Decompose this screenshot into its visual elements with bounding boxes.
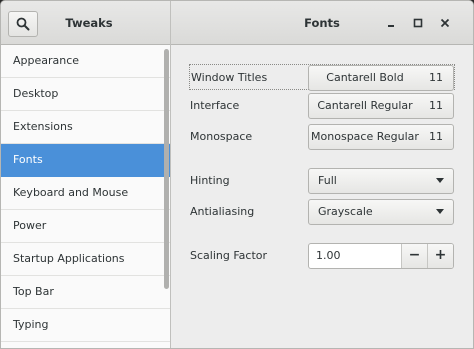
header-bar: Tweaks Fonts <box>1 1 473 45</box>
monospace-font-size: 11 <box>429 130 443 143</box>
window-titles-row: Window Titles Cantarell Bold 11 <box>189 64 455 91</box>
increment-button[interactable]: + <box>427 244 453 268</box>
minimize-button[interactable] <box>383 15 399 31</box>
sidebar-item-startup-applications[interactable]: Startup Applications <box>1 243 170 276</box>
hinting-value: Full <box>318 174 337 187</box>
sidebar-item-keyboard-and-mouse[interactable]: Keyboard and Mouse <box>1 177 170 210</box>
antialiasing-row: Antialiasing Grayscale <box>190 199 454 225</box>
window-titles-font-button[interactable]: Cantarell Bold 11 <box>308 65 454 91</box>
maximize-button[interactable] <box>410 15 426 31</box>
window-titles-font-size: 11 <box>429 71 443 84</box>
sidebar-header: Tweaks <box>1 1 171 45</box>
hinting-dropdown[interactable]: Full <box>308 168 454 194</box>
maximize-icon <box>413 18 423 28</box>
antialiasing-value: Grayscale <box>318 205 373 218</box>
monospace-row: Monospace Monospace Regular 11 <box>190 124 454 150</box>
hinting-label: Hinting <box>190 174 230 187</box>
window-titles-label: Window Titles <box>191 71 268 84</box>
sidebar-item-typing[interactable]: Typing <box>1 309 170 342</box>
sidebar-item-appearance[interactable]: Appearance <box>1 45 170 78</box>
tweaks-window: Tweaks Fonts Appearance Desktop Extensio… <box>0 0 474 349</box>
monospace-font-button[interactable]: Monospace Regular 11 <box>308 124 454 150</box>
sidebar-scrollbar[interactable] <box>164 49 169 289</box>
interface-font-size: 11 <box>429 99 443 112</box>
sidebar-item-top-bar[interactable]: Top Bar <box>1 276 170 309</box>
chevron-down-icon <box>436 178 444 183</box>
scaling-factor-label: Scaling Factor <box>190 249 268 262</box>
close-icon <box>440 18 450 28</box>
interface-label: Interface <box>190 99 240 112</box>
scaling-factor-row: Scaling Factor 1.00 − + <box>190 243 454 269</box>
minimize-icon <box>388 25 394 27</box>
hinting-row: Hinting Full <box>190 168 454 194</box>
search-icon <box>16 17 30 31</box>
interface-row: Interface Cantarell Regular 11 <box>190 93 454 119</box>
sidebar: Appearance Desktop Extensions Fonts Keyb… <box>1 45 171 348</box>
sidebar-item-power[interactable]: Power <box>1 210 170 243</box>
antialiasing-dropdown[interactable]: Grayscale <box>308 199 454 225</box>
sidebar-item-desktop[interactable]: Desktop <box>1 78 170 111</box>
window-titles-font-name: Cantarell Bold <box>326 71 404 84</box>
page-title: Fonts <box>304 16 340 30</box>
scaling-factor-input[interactable]: 1.00 <box>316 244 341 268</box>
sidebar-item-fonts[interactable]: Fonts <box>1 144 170 177</box>
fonts-panel: Window Titles Cantarell Bold 11 Interfac… <box>172 45 473 348</box>
monospace-label: Monospace <box>190 130 253 143</box>
monospace-font-name: Monospace Regular <box>311 130 419 143</box>
sidebar-item-extensions[interactable]: Extensions <box>1 111 170 144</box>
close-button[interactable] <box>437 15 453 31</box>
scaling-factor-spinbutton: 1.00 − + <box>308 243 454 269</box>
search-button[interactable] <box>8 11 38 37</box>
interface-font-name: Cantarell Regular <box>317 99 413 112</box>
antialiasing-label: Antialiasing <box>190 205 255 218</box>
chevron-down-icon <box>436 209 444 214</box>
decrement-button[interactable]: − <box>401 244 427 268</box>
interface-font-button[interactable]: Cantarell Regular 11 <box>308 93 454 119</box>
